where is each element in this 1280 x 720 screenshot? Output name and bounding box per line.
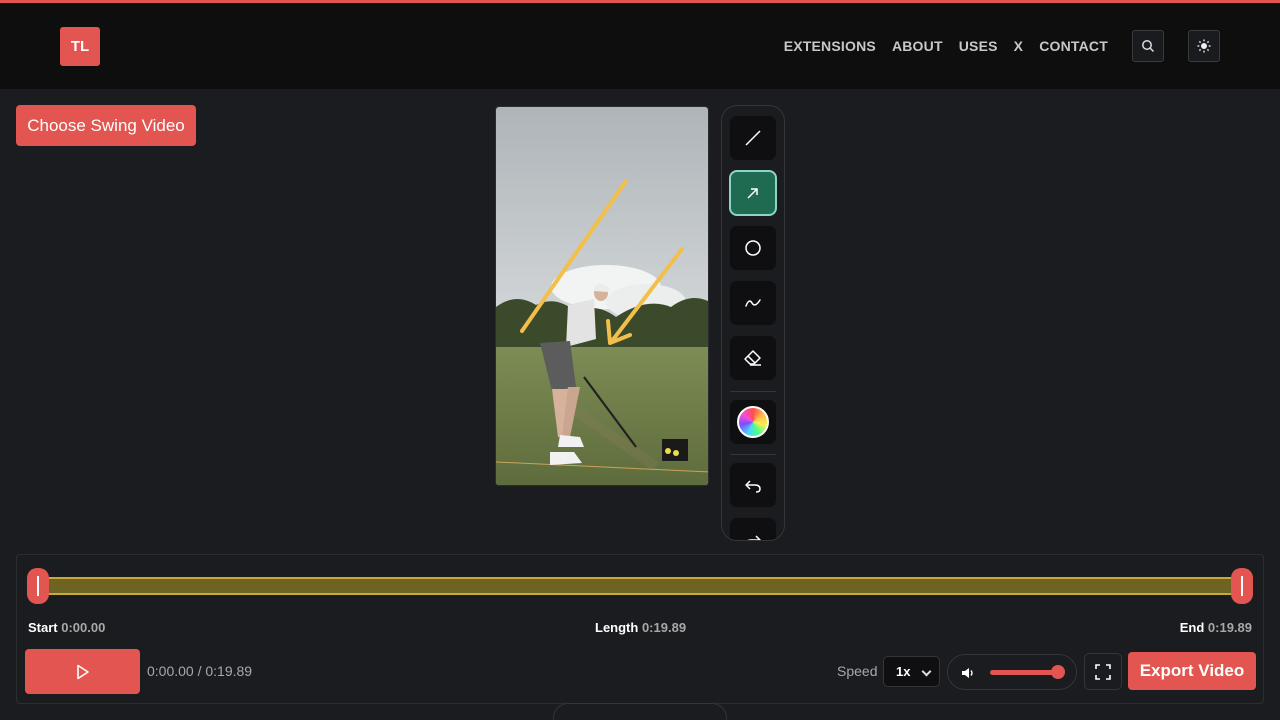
toolbar-divider bbox=[730, 391, 776, 392]
nav-uses[interactable]: USES bbox=[959, 38, 998, 54]
line-tool-button[interactable] bbox=[729, 115, 777, 161]
circle-icon bbox=[745, 240, 761, 256]
search-button[interactable] bbox=[1132, 30, 1164, 62]
arrow-tool-button[interactable] bbox=[729, 170, 777, 216]
drawing-toolbar bbox=[721, 105, 785, 541]
main-nav: EXTENSIONS ABOUT USES X CONTACT bbox=[784, 38, 1108, 54]
arrow-icon bbox=[747, 188, 758, 199]
search-icon bbox=[1142, 40, 1155, 53]
golf-swing-frame bbox=[496, 107, 708, 485]
start-time: Start 0:00.00 bbox=[28, 620, 106, 635]
time-display: 0:00.00 / 0:19.89 bbox=[147, 663, 253, 679]
video-preview[interactable] bbox=[495, 106, 709, 486]
nav-about[interactable]: ABOUT bbox=[892, 38, 943, 54]
export-video-button[interactable]: Export Video bbox=[1128, 652, 1256, 690]
site-logo[interactable]: TL bbox=[60, 27, 100, 66]
line-icon bbox=[745, 130, 761, 146]
length-time: Length 0:19.89 bbox=[595, 620, 687, 635]
start-trim-handle[interactable] bbox=[27, 568, 49, 604]
color-wheel-icon bbox=[737, 406, 769, 438]
bottom-dock bbox=[553, 703, 727, 720]
theme-toggle-button[interactable] bbox=[1188, 30, 1220, 62]
eraser-tool-button[interactable] bbox=[729, 335, 777, 381]
freehand-icon bbox=[745, 299, 761, 307]
eraser-icon bbox=[744, 350, 761, 366]
freehand-tool-button[interactable] bbox=[729, 280, 777, 326]
fullscreen-icon bbox=[1095, 663, 1111, 680]
nav-extensions[interactable]: EXTENSIONS bbox=[784, 38, 876, 54]
redo-icon bbox=[747, 535, 761, 540]
play-button[interactable] bbox=[25, 649, 140, 694]
playback-panel: Start 0:00.00 Length 0:19.89 End 0:19.89… bbox=[16, 554, 1264, 704]
end-trim-handle[interactable] bbox=[1231, 568, 1253, 604]
circle-tool-button[interactable] bbox=[729, 225, 777, 271]
color-picker-button[interactable] bbox=[729, 399, 777, 445]
site-header: TL EXTENSIONS ABOUT USES X CONTACT bbox=[0, 3, 1280, 89]
undo-button[interactable] bbox=[729, 462, 777, 508]
volume-control bbox=[947, 654, 1077, 690]
redo-button[interactable] bbox=[729, 517, 777, 540]
volume-slider-thumb[interactable] bbox=[1051, 665, 1066, 679]
fullscreen-button[interactable] bbox=[1084, 653, 1122, 690]
trim-timeline[interactable] bbox=[29, 577, 1253, 595]
speed-label: Speed bbox=[837, 663, 878, 679]
end-time: End 0:19.89 bbox=[1179, 620, 1252, 635]
toolbar-divider bbox=[730, 454, 776, 455]
undo-icon bbox=[745, 480, 761, 493]
play-icon bbox=[76, 664, 89, 679]
nav-contact[interactable]: CONTACT bbox=[1039, 38, 1108, 54]
sun-icon bbox=[1197, 39, 1211, 53]
nav-x[interactable]: X bbox=[1014, 38, 1024, 54]
volume-icon[interactable] bbox=[960, 665, 976, 681]
choose-video-button[interactable]: Choose Swing Video bbox=[16, 105, 196, 146]
speed-select[interactable]: 1x bbox=[883, 656, 940, 687]
